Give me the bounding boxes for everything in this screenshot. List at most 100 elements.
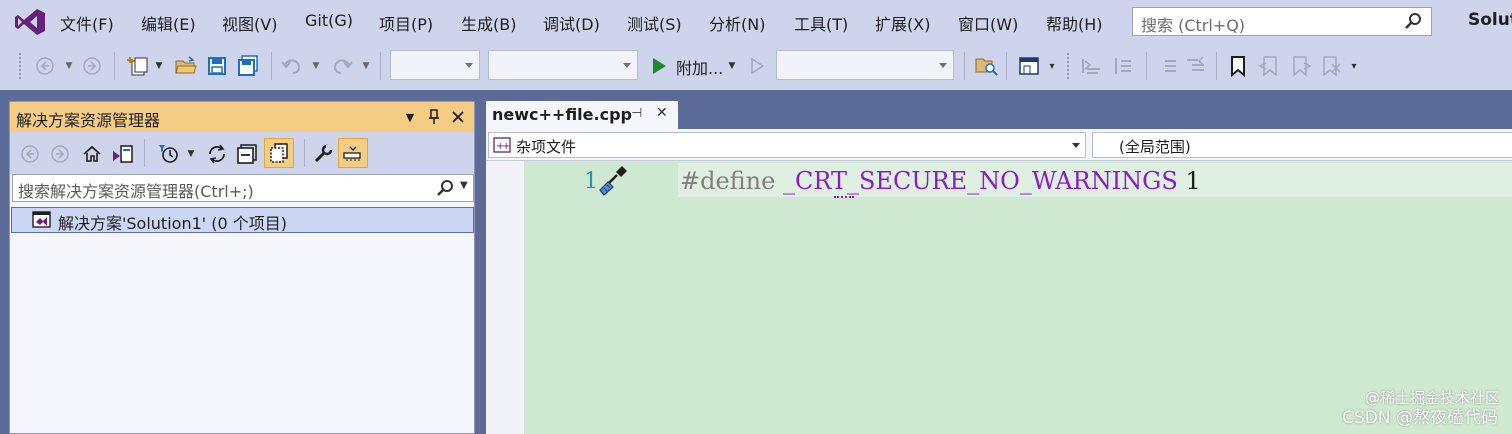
- toolbar-separator: [1146, 52, 1147, 80]
- svg-text:+: +: [502, 141, 510, 152]
- next-bookmark-icon[interactable]: [1288, 53, 1314, 79]
- menu-debug[interactable]: 调试(D): [543, 11, 600, 35]
- tree-item-solution[interactable]: 解决方案'Solution1' (0 个项目): [11, 207, 474, 233]
- solution-platform-select[interactable]: [488, 50, 638, 80]
- find-in-files-icon[interactable]: [974, 53, 1000, 79]
- undo-icon[interactable]: [280, 53, 304, 79]
- collapse-all-icon[interactable]: [234, 141, 260, 167]
- menu-analyze[interactable]: 分析(N): [709, 11, 765, 35]
- visual-studio-logo-icon[interactable]: [14, 8, 46, 36]
- preview-selected-items-icon[interactable]: [338, 138, 368, 168]
- redo-icon[interactable]: [330, 53, 354, 79]
- new-project-dropdown-icon[interactable]: ▼: [154, 53, 164, 79]
- outdent-icon[interactable]: [1182, 53, 1208, 79]
- global-search-input[interactable]: 搜索 (Ctrl+Q): [1132, 7, 1432, 36]
- macro-value: 1: [1185, 167, 1201, 195]
- home-icon[interactable]: [80, 141, 104, 167]
- sync-icon[interactable]: [204, 141, 230, 167]
- save-all-icon[interactable]: [236, 53, 260, 79]
- global-scope-select[interactable]: (全局范围): [1092, 132, 1512, 158]
- search-icon[interactable]: [436, 179, 454, 197]
- code-editor: 1 #define _CRT_SECURE_NO_WARNINGS 1 @稀土掘…: [486, 161, 1512, 434]
- menu-help[interactable]: 帮助(H): [1046, 11, 1103, 35]
- pin-icon[interactable]: ⊣: [631, 106, 642, 121]
- code-line-1: #define _CRT_SECURE_NO_WARNINGS 1: [680, 167, 1201, 195]
- startup-item-select[interactable]: [776, 50, 954, 80]
- solution-name-label[interactable]: Solut: [1468, 10, 1512, 30]
- editor-navigation-bar: + + 杂项文件 (全局范围): [486, 129, 1512, 161]
- search-options-dropdown-icon[interactable]: ▼: [460, 180, 468, 191]
- layout-dropdown-icon[interactable]: ▾: [1046, 53, 1058, 79]
- toolbar-overflow-icon[interactable]: ▾: [1348, 53, 1360, 79]
- solution-explorer-search-input[interactable]: 搜索解决方案资源管理器(Ctrl+;) ▼: [12, 174, 474, 202]
- menu-build[interactable]: 生成(B): [461, 11, 516, 35]
- document-tab-strip: newc++file.cpp ⊣ ✕: [486, 101, 1512, 129]
- menu-git[interactable]: Git(G): [305, 11, 353, 30]
- toolbar-separator: [271, 52, 272, 80]
- menu-tools[interactable]: 工具(T): [794, 11, 848, 35]
- attach-button[interactable]: 附加...: [676, 55, 723, 79]
- menu-extensions[interactable]: 扩展(X): [875, 11, 930, 35]
- solution-configuration-select[interactable]: [390, 50, 480, 80]
- watermark-text: CSDN @熬夜磕代码: [1342, 408, 1498, 428]
- clear-bookmarks-icon[interactable]: [1318, 53, 1344, 79]
- menu-project[interactable]: 项目(P): [379, 11, 433, 35]
- menu-window[interactable]: 窗口(W): [958, 11, 1018, 35]
- indent-icon[interactable]: [1154, 53, 1180, 79]
- undo-dropdown-icon[interactable]: ▼: [311, 53, 321, 79]
- toolbar-separator: [1216, 52, 1217, 80]
- filter-dropdown-icon[interactable]: ▼: [186, 141, 196, 167]
- macro-name: _CRT_SECURE_NO_WARNINGS: [782, 167, 1178, 195]
- properties-wrench-icon[interactable]: [310, 141, 336, 167]
- menu-edit[interactable]: 编辑(E): [141, 11, 196, 35]
- toolbar-grip[interactable]: [18, 52, 22, 80]
- back-icon[interactable]: [18, 141, 42, 167]
- start-icon[interactable]: [648, 53, 670, 79]
- attach-dropdown-icon[interactable]: ▼: [727, 53, 737, 79]
- chevron-down-icon: [939, 63, 947, 68]
- new-project-icon[interactable]: [126, 53, 152, 79]
- toolbar-separator: [304, 139, 305, 167]
- switch-views-icon[interactable]: [110, 141, 136, 167]
- forward-icon[interactable]: [81, 53, 103, 79]
- comment-icon[interactable]: [1078, 53, 1104, 79]
- tab-newc-file[interactable]: newc++file.cpp ⊣ ✕: [486, 101, 678, 129]
- show-all-files-icon[interactable]: [264, 138, 294, 168]
- pin-icon[interactable]: [424, 106, 444, 128]
- toolbar-separator: [964, 52, 965, 80]
- forward-icon[interactable]: [48, 141, 72, 167]
- menu-view[interactable]: 视图(V): [222, 11, 277, 35]
- misc-files-icon: + +: [493, 137, 511, 153]
- bookmark-icon[interactable]: [1226, 53, 1250, 79]
- menu-test[interactable]: 测试(S): [627, 11, 682, 35]
- solution-icon: [32, 211, 51, 228]
- save-icon[interactable]: [205, 53, 229, 79]
- uncomment-icon[interactable]: [1110, 53, 1136, 79]
- menu-file[interactable]: 文件(F): [60, 11, 114, 35]
- solution-explorer-header[interactable]: 解决方案资源管理器 ▼: [10, 102, 474, 132]
- quick-action-screwdriver-icon[interactable]: [596, 163, 632, 199]
- pending-changes-filter-icon[interactable]: [156, 141, 182, 167]
- open-folder-icon[interactable]: [174, 53, 198, 79]
- search-placeholder: 搜索 (Ctrl+Q): [1141, 16, 1246, 35]
- toolbar-grip[interactable]: [1066, 52, 1070, 80]
- project-scope-select[interactable]: + + 杂项文件: [488, 132, 1086, 158]
- toolbar-separator: [114, 52, 115, 80]
- back-icon[interactable]: [34, 53, 56, 79]
- chevron-down-icon: [1072, 143, 1080, 148]
- solution-tree: 解决方案'Solution1' (0 个项目): [10, 204, 474, 433]
- previous-bookmark-icon[interactable]: [1256, 53, 1282, 79]
- close-icon[interactable]: ✕: [656, 105, 668, 121]
- window-position-dropdown-icon[interactable]: ▼: [400, 106, 420, 128]
- toolbar-separator: [144, 139, 145, 167]
- window-layout-icon[interactable]: [1016, 53, 1042, 79]
- redo-dropdown-icon[interactable]: ▼: [361, 53, 371, 79]
- start-without-debugging-icon[interactable]: [746, 53, 768, 79]
- code-area[interactable]: 1 #define _CRT_SECURE_NO_WARNINGS 1 @稀土掘…: [524, 161, 1512, 434]
- suggestion-squiggle: [834, 194, 854, 198]
- solution-explorer-title: 解决方案资源管理器: [16, 111, 161, 130]
- close-icon[interactable]: [448, 106, 468, 128]
- solution-explorer-panel: 解决方案资源管理器 ▼ ▼ 搜索解决方案资源管理器(Ctrl+;) ▼ 解决方案…: [9, 101, 475, 434]
- back-dropdown-icon[interactable]: ▼: [64, 53, 74, 79]
- menu-bar: 文件(F) 编辑(E) 视图(V) Git(G) 项目(P) 生成(B) 调试(…: [0, 0, 1512, 44]
